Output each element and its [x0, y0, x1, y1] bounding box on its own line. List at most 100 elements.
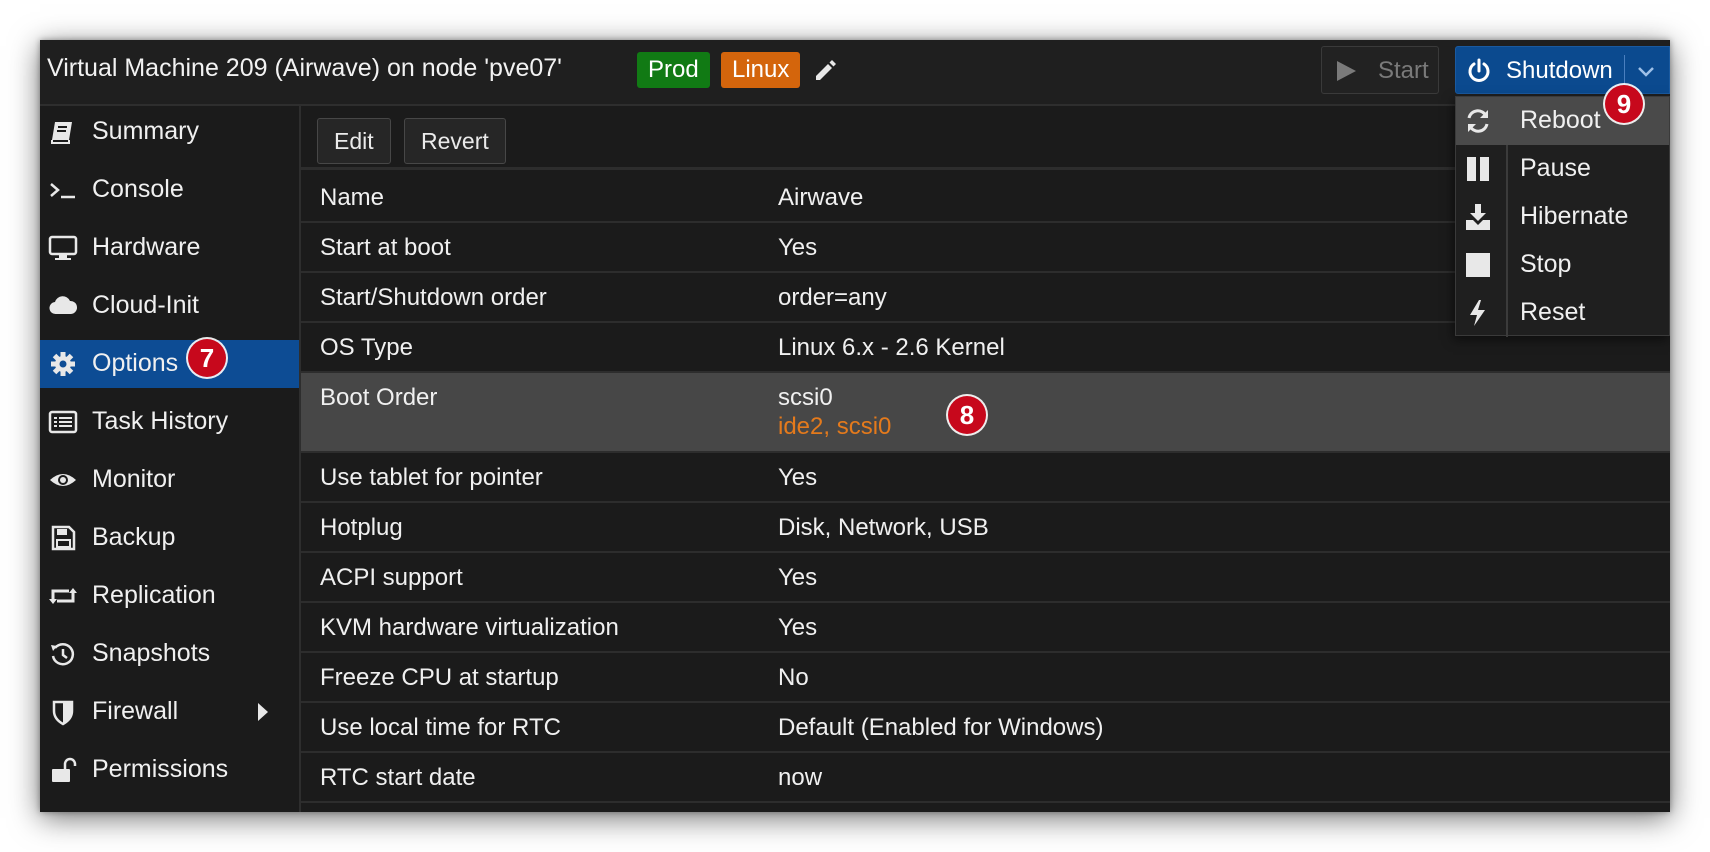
sidebar-item-label: Monitor — [92, 465, 176, 493]
sidebar-item-label: Firewall — [92, 697, 179, 725]
sidebar-item-label: Console — [92, 175, 184, 203]
bolt-icon — [1470, 300, 1485, 326]
sidebar-item-label: Cloud-Init — [92, 291, 199, 319]
chevron-down-icon[interactable] — [1636, 61, 1656, 81]
vm-header: Virtual Machine 209 (Airwave) on node 'p… — [40, 40, 1670, 106]
edit-button[interactable]: Edit — [317, 118, 391, 164]
power-icon — [1468, 58, 1490, 82]
option-value: scsi0 — [778, 384, 833, 411]
option-key: Boot Order — [320, 384, 438, 411]
eye-icon — [50, 474, 76, 486]
table-row[interactable]: RTC start date now — [301, 753, 1670, 803]
option-key: KVM hardware virtualization — [320, 614, 619, 641]
start-label: Start — [1378, 57, 1429, 84]
option-key: Use tablet for pointer — [320, 464, 543, 491]
menu-item-label: Reset — [1520, 298, 1586, 326]
terminal-icon — [50, 183, 75, 199]
sidebar-item-replication[interactable]: Replication — [40, 572, 299, 620]
page-title: Virtual Machine 209 (Airwave) on node 'p… — [47, 54, 562, 82]
option-key: Use local time for RTC — [320, 714, 561, 741]
menu-item-label: Reboot — [1520, 106, 1601, 134]
pause-icon — [1467, 157, 1489, 181]
book-icon — [51, 122, 72, 144]
sidebar-item-label: Backup — [92, 523, 176, 551]
sidebar-item-label: Options — [92, 349, 179, 377]
cloud-icon — [49, 296, 78, 315]
sidebar-item-label: Task History — [92, 407, 229, 435]
caret-right-icon[interactable] — [256, 702, 270, 722]
sidebar-item-task-history[interactable]: Task History — [40, 398, 299, 446]
sidebar-item-label: Hardware — [92, 233, 201, 261]
sidebar-item-backup[interactable]: Backup — [40, 514, 299, 562]
sidebar-item-console[interactable]: Console — [40, 166, 299, 214]
tag-prod: Prod — [637, 52, 710, 88]
shutdown-label: Shutdown — [1506, 57, 1613, 84]
callout-badge: 8 — [948, 396, 986, 434]
option-key: Hotplug — [320, 514, 403, 541]
stop-icon — [1466, 253, 1490, 277]
table-row[interactable]: Use tablet for pointer Yes — [301, 453, 1670, 503]
table-row[interactable]: Hotplug Disk, Network, USB — [301, 503, 1670, 553]
table-row[interactable]: Freeze CPU at startup No — [301, 653, 1670, 703]
option-value: Default (Enabled for Windows) — [778, 714, 1104, 741]
sidebar-item-snapshots[interactable]: Snapshots — [40, 630, 299, 678]
sidebar-item-permissions[interactable]: Permissions — [40, 746, 299, 794]
monitor-icon — [48, 235, 78, 260]
table-row[interactable]: KVM hardware virtualization Yes — [301, 603, 1670, 653]
option-value: order=any — [778, 284, 887, 311]
option-value: Yes — [778, 234, 818, 261]
sidebar-item-firewall[interactable]: Firewall — [40, 688, 299, 736]
pencil-icon[interactable] — [812, 56, 838, 82]
option-key: Name — [320, 184, 385, 211]
option-key: Start at boot — [320, 234, 451, 261]
option-value: Disk, Network, USB — [778, 514, 989, 541]
revert-button[interactable]: Revert — [404, 118, 506, 164]
option-value: Yes — [778, 614, 818, 641]
option-pending-value: ide2, scsi0 — [778, 413, 892, 440]
refresh-icon — [1467, 109, 1489, 133]
shutdown-button[interactable]: Shutdown — [1455, 46, 1670, 94]
option-value: now — [778, 764, 823, 791]
option-key: OS Type — [320, 334, 413, 361]
option-value: Yes — [778, 564, 818, 591]
shield-icon — [52, 700, 74, 726]
sidebar: Summary Console Hardware Cloud-Init Opti… — [40, 106, 300, 812]
retweet-icon — [49, 588, 77, 604]
option-value: Linux 6.x - 2.6 Kernel — [778, 334, 1005, 361]
tag-linux: Linux — [721, 52, 801, 88]
floppy-icon — [51, 525, 76, 551]
shutdown-menu: Reboot Pause Hibernate Stop Reset — [1455, 96, 1670, 337]
menu-item-label: Pause — [1520, 154, 1591, 182]
start-button[interactable]: Start — [1321, 46, 1439, 94]
menu-item-label: Stop — [1520, 250, 1572, 278]
download-icon — [1466, 204, 1490, 230]
table-row[interactable]: Use local time for RTC Default (Enabled … — [301, 703, 1670, 753]
vm-window: Virtual Machine 209 (Airwave) on node 'p… — [40, 40, 1670, 812]
option-value: Airwave — [778, 184, 864, 211]
option-key: Start/Shutdown order — [320, 284, 547, 311]
sidebar-item-label: Permissions — [92, 755, 229, 783]
sidebar-item-options[interactable]: Options — [40, 340, 299, 388]
table-row[interactable]: ACPI support Yes — [301, 553, 1670, 603]
sidebar-item-label: Replication — [92, 581, 216, 609]
option-key: RTC start date — [320, 764, 476, 791]
sidebar-item-label: Summary — [92, 117, 199, 145]
gear-icon — [51, 352, 75, 376]
history-icon — [51, 643, 75, 666]
callout-badge: 7 — [188, 339, 226, 377]
menu-item-reset[interactable]: Reset — [1456, 289, 1669, 337]
sidebar-item-hardware[interactable]: Hardware — [40, 224, 299, 272]
menu-item-stop[interactable]: Stop — [1456, 241, 1669, 289]
option-value: No — [778, 664, 809, 691]
sidebar-item-summary[interactable]: Summary — [40, 108, 299, 156]
sidebar-item-label: Snapshots — [92, 639, 211, 667]
option-value: Yes — [778, 464, 818, 491]
unlock-icon — [52, 757, 77, 782]
sidebar-item-cloud-init[interactable]: Cloud-Init — [40, 282, 299, 330]
menu-item-label: Hibernate — [1520, 202, 1629, 230]
option-key: ACPI support — [320, 564, 463, 591]
sidebar-item-monitor[interactable]: Monitor — [40, 456, 299, 504]
option-key: Freeze CPU at startup — [320, 664, 559, 691]
menu-item-pause[interactable]: Pause — [1456, 145, 1669, 193]
menu-item-hibernate[interactable]: Hibernate — [1456, 193, 1669, 241]
